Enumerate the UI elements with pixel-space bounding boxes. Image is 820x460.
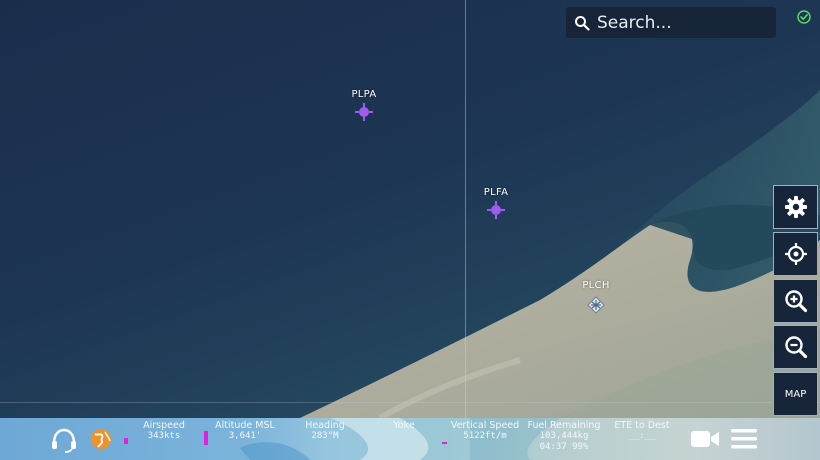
airport-plch[interactable]: PLCH: [576, 280, 616, 314]
altitude-value: 3,641': [228, 431, 262, 441]
fuel-readout: Fuel Remaining 103,444kg 04:37 99%: [526, 418, 602, 453]
ete-label: ETE to Dest: [614, 420, 670, 431]
waypoint-marker-icon: [355, 103, 373, 121]
airspeed-value: 343kts: [147, 431, 181, 441]
crosshair-vertical-line: [465, 0, 466, 418]
camera-icon[interactable]: [690, 429, 720, 449]
map-button-label: MAP: [784, 388, 807, 400]
airspeed-trend-indicator: [124, 438, 128, 444]
vertical-speed-value: 5122ft/m: [463, 431, 507, 441]
search-placeholder: Search...: [597, 12, 672, 33]
recenter-button[interactable]: [773, 232, 818, 276]
fuel-time-percent: 04:37 99%: [539, 442, 589, 452]
gear-icon: [784, 196, 807, 218]
vertical-speed-readout: Vertical Speed 5122ft/m: [448, 418, 522, 442]
heading-readout: Heading 283°M: [298, 418, 352, 442]
instrument-bar: Airspeed 343kts Altitude MSL 3,641' Head…: [0, 418, 820, 460]
crosshair-icon: [784, 243, 807, 265]
zoom-out-icon: [784, 336, 807, 359]
menu-icon[interactable]: [731, 428, 757, 450]
heading-value: 283°M: [311, 431, 339, 441]
fuel-value: 103,444kg: [539, 431, 589, 441]
settings-button[interactable]: [773, 185, 818, 229]
vertical-speed-label: Vertical Speed: [450, 420, 520, 431]
map-layer-button[interactable]: MAP: [773, 372, 818, 416]
airport-icon: [587, 296, 605, 314]
headset-icon[interactable]: [50, 426, 78, 454]
airport-label: PLCH: [582, 280, 610, 291]
waypoint-label: PLPA: [351, 89, 377, 100]
map-view[interactable]: PLPA PLFA PLCH Search... MAP: [0, 0, 820, 418]
vertical-speed-trend-indicator: [442, 442, 447, 444]
ete-value: __:__: [628, 431, 656, 441]
zoom-in-icon: [784, 290, 807, 313]
heading-label: Heading: [305, 420, 345, 431]
yoke-readout: Yoke: [382, 418, 426, 431]
altitude-trend-indicator: [204, 431, 208, 445]
waypoint-plpa[interactable]: PLPA: [344, 89, 384, 121]
altitude-label: Altitude MSL: [215, 420, 275, 431]
altitude-readout: Altitude MSL 3,641': [210, 418, 280, 442]
zoom-in-button[interactable]: [773, 279, 818, 323]
ete-readout: ETE to Dest __:__: [610, 418, 674, 442]
crosshair-horizontal-line: [0, 402, 820, 403]
airspeed-label: Airspeed: [143, 420, 185, 431]
yoke-label: Yoke: [393, 420, 415, 431]
fuel-label: Fuel Remaining: [527, 420, 601, 431]
search-input[interactable]: Search...: [566, 7, 776, 38]
globe-icon[interactable]: [90, 428, 112, 450]
status-check-icon: [797, 10, 811, 24]
waypoint-label: PLFA: [483, 187, 509, 198]
waypoint-marker-icon: [487, 201, 505, 219]
waypoint-plfa[interactable]: PLFA: [476, 187, 516, 219]
terrain-layer: [300, 90, 820, 418]
airspeed-readout: Airspeed 343kts: [136, 418, 192, 442]
search-icon: [575, 15, 590, 31]
zoom-out-button[interactable]: [773, 325, 818, 369]
